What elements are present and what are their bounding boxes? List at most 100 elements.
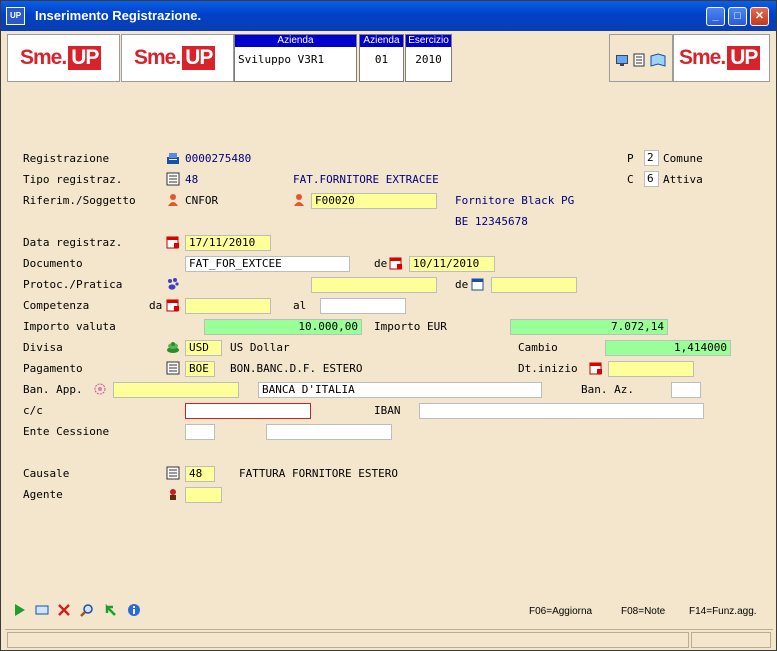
cambio-field[interactable]: 1,414000 — [605, 340, 731, 356]
iban-field[interactable] — [419, 403, 704, 419]
back-arrow-icon[interactable] — [103, 603, 117, 617]
cc-label: c/c — [23, 404, 43, 417]
ban-app-desc-field[interactable]: BANCA D'ITALIA — [258, 382, 542, 398]
comp-da-field[interactable] — [185, 298, 271, 314]
status-panel-right — [691, 632, 771, 648]
search-bank-icon[interactable] — [93, 382, 107, 396]
divisa-field[interactable]: USD — [185, 340, 222, 356]
form-area: Registrazione 0000275480 P 2 Comune Tipo… — [5, 86, 773, 594]
azienda2-value: 01 — [374, 53, 389, 66]
tipo-label: Tipo registraz. — [23, 173, 123, 186]
list-icon[interactable] — [166, 361, 180, 375]
agent-icon[interactable] — [166, 487, 180, 501]
run-icon[interactable] — [13, 603, 27, 617]
pagamento-field[interactable]: BOE — [185, 361, 215, 377]
person-icon[interactable] — [166, 193, 180, 207]
list-icon[interactable] — [166, 466, 180, 480]
ban-app-label: Ban. App. — [23, 383, 83, 396]
pagamento-label: Pagamento — [23, 362, 83, 375]
f08-key[interactable]: F08=Note — [621, 606, 665, 617]
protoc-date-field[interactable] — [491, 277, 577, 293]
cambio-label: Cambio — [518, 341, 558, 354]
ban-app-field[interactable] — [113, 382, 239, 398]
window-icon[interactable] — [35, 603, 49, 617]
calendar-icon[interactable] — [389, 256, 403, 270]
c-label: C — [627, 173, 634, 186]
azienda2-box: Azienda 01 — [359, 34, 404, 82]
ban-az-label: Ban. Az. — [581, 383, 634, 396]
search-icon[interactable] — [80, 603, 94, 617]
protoc-label: Protoc./Pratica — [23, 278, 123, 291]
ente-desc-field[interactable] — [266, 424, 392, 440]
protoc-field[interactable] — [311, 277, 437, 293]
data-reg-field[interactable]: 17/11/2010 — [185, 235, 271, 251]
c-desc: Attiva — [663, 173, 703, 186]
dt-inizio-field[interactable] — [608, 361, 694, 377]
f14-key[interactable]: F14=Funz.agg. — [689, 606, 757, 617]
documento-field[interactable]: FAT_FOR_EXTCEE — [185, 256, 350, 272]
cc-field[interactable] — [185, 403, 311, 419]
tipo-value: 48 — [185, 173, 199, 186]
comp-da-label: da — [149, 299, 163, 312]
monitor-icon[interactable] — [615, 53, 629, 67]
person-icon[interactable] — [292, 193, 306, 207]
bottom-toolbar: F06=Aggiorna F08=Note F14=Funz.agg. — [5, 598, 773, 628]
status-panel-main — [7, 632, 689, 648]
importo-eur-field[interactable]: 7.072,14 — [510, 319, 668, 335]
calendar-icon[interactable] — [589, 361, 603, 375]
documento-label: Documento — [23, 257, 83, 270]
p-label: P — [627, 152, 634, 165]
logo-text: Sme. — [679, 46, 726, 69]
calendar-icon[interactable] — [166, 235, 180, 249]
soggetto-name: Fornitore Black PG — [455, 194, 575, 207]
importo-valuta-label: Importo valuta — [23, 320, 116, 333]
esercizio-box: Esercizio 2010 — [405, 34, 452, 82]
causale-field[interactable]: 48 — [185, 466, 215, 482]
calendar-icon[interactable] — [166, 298, 180, 312]
logo-text: Sme. — [20, 46, 67, 69]
azienda2-header: Azienda — [360, 35, 403, 47]
registrazione-label: Registrazione — [23, 152, 110, 165]
p-field[interactable]: 2 — [644, 150, 659, 166]
comp-al-label: al — [293, 299, 307, 312]
ban-az-field[interactable] — [671, 382, 701, 398]
list-icon[interactable] — [166, 172, 180, 186]
doc-date-field[interactable]: 10/11/2010 — [409, 256, 495, 272]
smeup-logo-3[interactable]: Sme. UP — [673, 34, 770, 82]
esercizio-header: Esercizio — [406, 35, 451, 47]
register-icon[interactable] — [166, 151, 180, 165]
cancel-icon[interactable] — [57, 603, 71, 617]
divisa-desc: US Dollar — [230, 341, 290, 354]
info-icon[interactable] — [127, 603, 141, 617]
soggetto-field[interactable]: F00020 — [311, 193, 437, 209]
close-button[interactable]: ✕ — [750, 7, 769, 26]
logo-up: UP — [727, 46, 761, 70]
book-icon[interactable] — [650, 53, 666, 67]
money-icon[interactable] — [166, 340, 180, 354]
competenza-label: Competenza — [23, 299, 90, 312]
header-toolbar: Sme. UP Sme. UP Azienda Sviluppo V3R1 Azie… — [5, 32, 773, 84]
title-bar[interactable]: UP Inserimento Registrazione. _ □ ✕ — [1, 1, 776, 31]
paw-icon[interactable] — [166, 277, 180, 291]
smeup-logo-2[interactable]: Sme. UP — [121, 34, 234, 82]
minimize-button[interactable]: _ — [706, 7, 725, 26]
document-icon[interactable] — [632, 53, 646, 67]
azienda-value: Sviluppo V3R1 — [238, 53, 325, 66]
calendar-icon[interactable] — [471, 277, 485, 291]
comp-al-field[interactable] — [320, 298, 406, 314]
protoc-de-label: de — [455, 278, 469, 291]
dt-inizio-label: Dt.inizio — [518, 362, 578, 375]
importo-valuta-field[interactable]: 10.000,00 — [204, 319, 362, 335]
ente-field[interactable] — [185, 424, 215, 440]
causale-desc: FATTURA FORNITORE ESTERO — [239, 467, 398, 480]
maximize-button[interactable]: □ — [728, 7, 747, 26]
logo-up: UP — [182, 46, 216, 70]
smeup-logo-1[interactable]: Sme. UP — [7, 34, 120, 82]
azienda-box: Azienda Sviluppo V3R1 — [234, 34, 357, 82]
doc-de-label: de — [374, 257, 388, 270]
agente-field[interactable] — [185, 487, 222, 503]
f06-key[interactable]: F06=Aggiorna — [529, 606, 592, 617]
riferim-label: Riferim./Soggetto — [23, 194, 136, 207]
registrazione-value: 0000275480 — [185, 152, 252, 165]
c-field[interactable]: 6 — [644, 171, 659, 187]
